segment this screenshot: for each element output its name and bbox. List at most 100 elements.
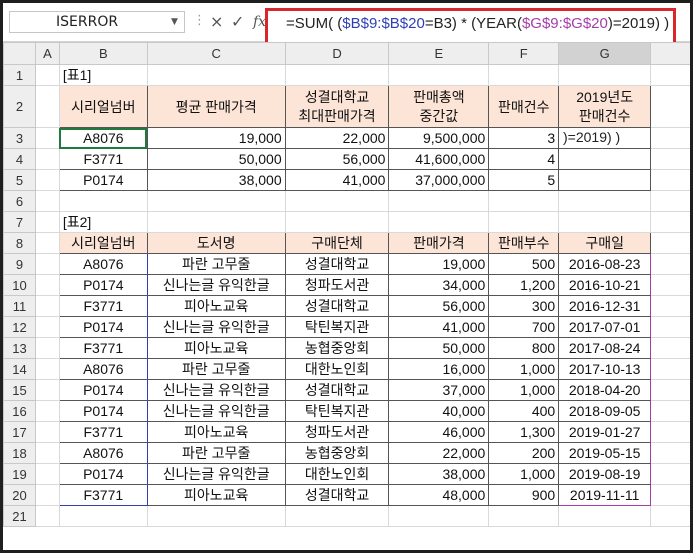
table2-cell[interactable]: 피아노교육 bbox=[146, 295, 286, 317]
table1-cell[interactable] bbox=[558, 148, 652, 170]
cell[interactable] bbox=[58, 190, 148, 212]
table2-cell[interactable]: 파란 고무줄 bbox=[146, 253, 286, 275]
row-header[interactable]: 14 bbox=[3, 358, 36, 380]
cell[interactable] bbox=[650, 127, 690, 149]
cell[interactable] bbox=[488, 211, 560, 233]
table2-cell[interactable]: 2019-11-11 bbox=[558, 484, 652, 506]
table2-cell[interactable]: 파란 고무줄 bbox=[146, 358, 286, 380]
row-header[interactable]: 21 bbox=[3, 505, 36, 527]
cell[interactable] bbox=[34, 211, 60, 233]
table2-cell[interactable]: 농협중앙회 bbox=[284, 442, 390, 464]
table1-header-cell[interactable]: 성결대학교 최대판매가격 bbox=[284, 85, 390, 128]
cell[interactable] bbox=[650, 253, 690, 275]
cell[interactable] bbox=[650, 211, 690, 233]
cell[interactable] bbox=[558, 505, 652, 527]
enter-icon[interactable]: ✓ bbox=[231, 12, 244, 32]
table1-header-cell[interactable]: 판매총액 중간값 bbox=[388, 85, 490, 128]
column-header-c[interactable]: C bbox=[146, 42, 286, 65]
cell[interactable] bbox=[34, 64, 60, 86]
cell[interactable] bbox=[388, 190, 490, 212]
table2-header-cell[interactable]: 시리얼넘버 bbox=[58, 232, 148, 254]
table2-cell[interactable]: 파란 고무줄 bbox=[146, 442, 286, 464]
row-header[interactable]: 5 bbox=[3, 169, 36, 191]
cell[interactable] bbox=[388, 505, 490, 527]
table2-cell[interactable]: 청파도서관 bbox=[284, 421, 390, 443]
table2-cell[interactable]: A8076 bbox=[58, 253, 148, 275]
table2-cell[interactable]: 성결대학교 bbox=[284, 295, 390, 317]
cell[interactable] bbox=[650, 295, 690, 317]
cell[interactable] bbox=[34, 85, 60, 128]
cell[interactable] bbox=[34, 169, 60, 191]
cell[interactable] bbox=[34, 127, 60, 149]
cell[interactable] bbox=[650, 169, 690, 191]
cell[interactable] bbox=[488, 64, 560, 86]
table2-cell[interactable]: 2017-07-01 bbox=[558, 316, 652, 338]
row-header[interactable]: 20 bbox=[3, 484, 36, 506]
table2-cell[interactable]: 피아노교육 bbox=[146, 484, 286, 506]
cell[interactable] bbox=[34, 442, 60, 464]
table2-cell[interactable]: 1,000 bbox=[488, 379, 560, 401]
table1-cell[interactable]: 38,000 bbox=[146, 169, 286, 191]
table2-cell[interactable]: 2017-08-24 bbox=[558, 337, 652, 359]
table2-cell[interactable]: 대한노인회 bbox=[284, 358, 390, 380]
table2-cell[interactable]: 신나는글 유익한글 bbox=[146, 316, 286, 338]
cell[interactable] bbox=[146, 64, 286, 86]
cell[interactable] bbox=[650, 463, 690, 485]
table1-cell[interactable]: F3771 bbox=[58, 148, 148, 170]
cell[interactable] bbox=[650, 379, 690, 401]
table2-cell[interactable]: 500 bbox=[488, 253, 560, 275]
table2-cell[interactable]: 2019-01-27 bbox=[558, 421, 652, 443]
column-header-g[interactable]: G bbox=[558, 42, 652, 65]
row-header[interactable]: 17 bbox=[3, 421, 36, 443]
name-box-dropdown-icon[interactable]: ▼ bbox=[171, 17, 178, 27]
table1-cell[interactable]: 37,000,000 bbox=[388, 169, 490, 191]
name-box[interactable]: ISERROR bbox=[9, 11, 185, 33]
cell[interactable] bbox=[34, 253, 60, 275]
row-header[interactable]: 2 bbox=[3, 85, 36, 128]
table2-cell[interactable]: 200 bbox=[488, 442, 560, 464]
table2-cell[interactable]: P0174 bbox=[58, 400, 148, 422]
table2-cell[interactable]: F3771 bbox=[58, 295, 148, 317]
cell[interactable] bbox=[34, 316, 60, 338]
cell[interactable] bbox=[650, 64, 690, 86]
table2-cell[interactable]: 1,300 bbox=[488, 421, 560, 443]
table2-cell[interactable]: 성결대학교 bbox=[284, 379, 390, 401]
table2-cell[interactable]: A8076 bbox=[58, 442, 148, 464]
cancel-icon[interactable]: × bbox=[210, 12, 223, 32]
row-header[interactable]: 19 bbox=[3, 463, 36, 485]
row-header[interactable]: 4 bbox=[3, 148, 36, 170]
column-header-a[interactable]: A bbox=[34, 42, 60, 65]
column-header-e[interactable]: E bbox=[388, 42, 490, 65]
table2-cell[interactable]: 신나는글 유익한글 bbox=[146, 463, 286, 485]
table2-cell[interactable]: 피아노교육 bbox=[146, 421, 286, 443]
table2-cell[interactable]: 50,000 bbox=[388, 337, 490, 359]
table1-header-cell[interactable]: 시리얼넘버 bbox=[58, 85, 148, 128]
table2-cell[interactable]: 2018-09-05 bbox=[558, 400, 652, 422]
cell[interactable] bbox=[34, 148, 60, 170]
table2-cell[interactable]: 48,000 bbox=[388, 484, 490, 506]
row-header[interactable]: 11 bbox=[3, 295, 36, 317]
table1-cell[interactable]: 5 bbox=[488, 169, 560, 191]
table2-cell[interactable]: F3771 bbox=[58, 337, 148, 359]
cell[interactable] bbox=[488, 190, 560, 212]
table2-header-cell[interactable]: 판매부수 bbox=[488, 232, 560, 254]
cell[interactable] bbox=[284, 64, 390, 86]
table2-cell[interactable]: 19,000 bbox=[388, 253, 490, 275]
table1-cell[interactable]: A8076 bbox=[58, 127, 148, 149]
table2-cell[interactable]: F3771 bbox=[58, 421, 148, 443]
cell[interactable] bbox=[650, 148, 690, 170]
row-header[interactable]: 6 bbox=[3, 190, 36, 212]
table2-cell[interactable]: P0174 bbox=[58, 379, 148, 401]
row-header[interactable]: 13 bbox=[3, 337, 36, 359]
cell[interactable] bbox=[650, 274, 690, 296]
table1-cell[interactable]: 3 bbox=[488, 127, 560, 149]
cell[interactable] bbox=[34, 295, 60, 317]
table2-cell[interactable]: P0174 bbox=[58, 316, 148, 338]
table2-cell[interactable]: 56,000 bbox=[388, 295, 490, 317]
table2-cell[interactable]: 700 bbox=[488, 316, 560, 338]
table2-cell[interactable]: 2017-10-13 bbox=[558, 358, 652, 380]
table2-cell[interactable]: 2016-12-31 bbox=[558, 295, 652, 317]
cell[interactable] bbox=[650, 85, 690, 128]
table1-header-cell[interactable]: 2019년도 판매건수 bbox=[558, 85, 652, 128]
table2-cell[interactable]: 37,000 bbox=[388, 379, 490, 401]
